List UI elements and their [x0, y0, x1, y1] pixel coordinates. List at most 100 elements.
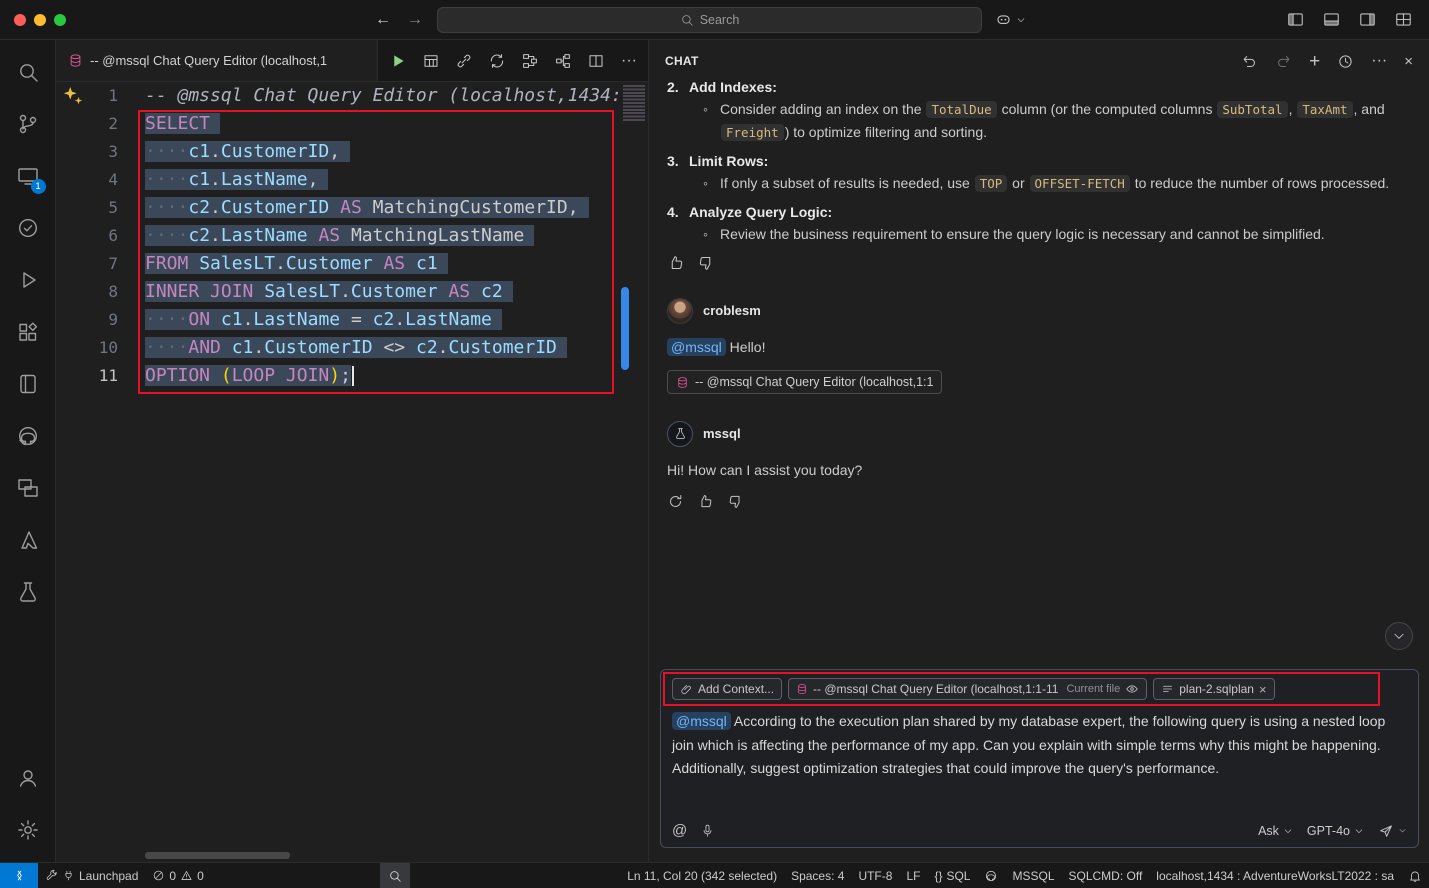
redo-icon[interactable] [1275, 53, 1292, 70]
thumbs-down-icon[interactable] [727, 493, 744, 510]
scroll-to-bottom-button[interactable] [1385, 622, 1413, 650]
query-plan-button[interactable] [550, 48, 576, 74]
attachment-chip[interactable]: -- @mssql Chat Query Editor (localhost,1… [667, 370, 942, 394]
chat-more-button[interactable]: ··· [1371, 53, 1387, 69]
line-number[interactable]: 9 [56, 306, 145, 334]
code-line[interactable]: 3····c1.CustomerID, [56, 138, 620, 166]
send-button[interactable] [1378, 823, 1407, 839]
undo-icon[interactable] [1241, 53, 1258, 70]
sidebar-item-remote-windows[interactable] [4, 462, 52, 514]
add-context-button[interactable]: Add Context... [672, 678, 782, 700]
code-line[interactable]: 9····ON c1.LastName = c2.LastName [56, 306, 620, 334]
problems-button[interactable]: 0 0 [145, 863, 210, 888]
maximize-window-button[interactable] [54, 14, 66, 26]
context-file-chip[interactable]: -- @mssql Chat Query Editor (localhost,1… [788, 678, 1147, 700]
mode-dropdown[interactable]: Ask [1258, 824, 1293, 838]
new-chat-button[interactable]: + [1309, 52, 1320, 71]
settings-button[interactable] [4, 804, 52, 856]
line-number[interactable]: 3 [56, 138, 145, 166]
minimap[interactable] [620, 82, 648, 862]
customize-layout-icon[interactable] [1394, 10, 1413, 29]
line-number[interactable]: 10 [56, 334, 145, 362]
line-number[interactable]: 5 [56, 194, 145, 222]
horizontal-scrollbar[interactable] [145, 852, 290, 859]
eol-button[interactable]: LF [899, 863, 927, 888]
schema-designer-button[interactable] [517, 48, 543, 74]
retry-icon[interactable] [667, 493, 684, 510]
line-number[interactable]: 8 [56, 278, 145, 306]
scrollbar-thumb[interactable] [621, 287, 629, 370]
sidebar-item-source-control[interactable] [4, 98, 52, 150]
line-number[interactable]: 2 [56, 110, 145, 138]
code-line[interactable]: 6····c2.LastName AS MatchingLastName [56, 222, 620, 250]
refresh-connection-button[interactable] [484, 48, 510, 74]
sidebar-item-notebooks[interactable] [4, 358, 52, 410]
toggle-secondary-sidebar-icon[interactable] [1358, 10, 1377, 29]
sidebar-item-run-debug[interactable] [4, 254, 52, 306]
line-number[interactable]: 4 [56, 166, 145, 194]
sidebar-item-remote-explorer[interactable]: 1 [4, 150, 52, 202]
code-line[interactable]: 5····c2.CustomerID AS MatchingCustomerID… [56, 194, 620, 222]
sidebar-item-search[interactable] [4, 46, 52, 98]
copilot-menu-button[interactable] [994, 10, 1026, 29]
connection-status-button[interactable]: localhost,1434 : AdventureWorksLT2022 : … [1149, 863, 1401, 888]
sidebar-item-github[interactable] [4, 410, 52, 462]
indentation-button[interactable]: Spaces: 4 [784, 863, 851, 888]
code-editor[interactable]: 1-- @mssql Chat Query Editor (localhost,… [56, 82, 648, 862]
run-query-button[interactable] [385, 48, 411, 74]
sidebar-item-testing[interactable] [4, 202, 52, 254]
code-line[interactable]: 2SELECT [56, 110, 620, 138]
mention-chip[interactable]: @mssql [667, 338, 726, 356]
encoding-button[interactable]: UTF-8 [851, 863, 899, 888]
more-actions-button[interactable]: ··· [616, 48, 642, 74]
split-editor-button[interactable] [583, 48, 609, 74]
context-plan-chip[interactable]: plan-2.sqlplan × [1153, 678, 1274, 700]
thumbs-up-icon[interactable] [697, 493, 714, 510]
zoom-widget[interactable] [380, 863, 410, 888]
mention-chip[interactable]: @mssql [672, 712, 731, 730]
close-chat-button[interactable]: × [1404, 54, 1413, 69]
code-line[interactable]: 11OPTION (LOOP JOIN); [56, 362, 620, 390]
minimize-window-button[interactable] [34, 14, 46, 26]
line-number[interactable]: 6 [56, 222, 145, 250]
code-line[interactable]: 7FROM SalesLT.Customer AS c1 [56, 250, 620, 278]
mention-button[interactable]: @ [672, 822, 687, 839]
connect-button[interactable] [451, 48, 477, 74]
mssql-status-button[interactable]: MSSQL [1005, 863, 1061, 888]
sqlcmd-button[interactable]: SQLCMD: Off [1062, 863, 1150, 888]
code-line[interactable]: 8INNER JOIN SalesLT.Customer AS c2 [56, 278, 620, 306]
cursor-position-button[interactable]: Ln 11, Col 20 (342 selected) [620, 863, 784, 888]
accounts-button[interactable] [4, 752, 52, 804]
model-dropdown[interactable]: GPT-4o [1307, 824, 1364, 838]
sidebar-item-extensions[interactable] [4, 306, 52, 358]
chat-input-container[interactable]: Add Context... -- @mssql Chat Query Edit… [661, 670, 1418, 847]
navigate-forward-button[interactable]: → [407, 11, 423, 29]
remove-context-button[interactable]: × [1259, 682, 1267, 697]
sidebar-item-sql-tools[interactable] [4, 566, 52, 618]
toggle-panel-icon[interactable] [1322, 10, 1341, 29]
history-icon[interactable] [1337, 53, 1354, 70]
remote-indicator[interactable] [0, 863, 38, 888]
copilot-sparkle-icon[interactable] [62, 85, 84, 112]
sidebar-item-azure[interactable] [4, 514, 52, 566]
code-line[interactable]: 1-- @mssql Chat Query Editor (localhost,… [56, 82, 620, 110]
chat-input-text[interactable]: @mssql According to the execution plan s… [672, 710, 1407, 781]
language-mode-button[interactable]: {} SQL [927, 863, 977, 888]
github-status-button[interactable] [977, 863, 1005, 888]
code-line[interactable]: 4····c1.LastName, [56, 166, 620, 194]
close-window-button[interactable] [14, 14, 26, 26]
launchpad-button[interactable]: Launchpad [38, 863, 145, 888]
toggle-primary-sidebar-icon[interactable] [1286, 10, 1305, 29]
line-number[interactable]: 11 [56, 362, 145, 390]
thumbs-down-icon[interactable] [697, 254, 715, 272]
notifications-button[interactable] [1401, 863, 1429, 888]
navigate-back-button[interactable]: ← [375, 11, 391, 29]
results-grid-button[interactable] [418, 48, 444, 74]
command-center-search[interactable]: Search [437, 7, 982, 33]
microphone-icon[interactable] [700, 823, 715, 838]
line-number[interactable]: 7 [56, 250, 145, 278]
tab-chat-query-editor[interactable]: -- @mssql Chat Query Editor (localhost,1 [56, 40, 378, 81]
eye-icon[interactable] [1125, 682, 1139, 696]
thumbs-up-icon[interactable] [667, 254, 685, 272]
code-line[interactable]: 10····AND c1.CustomerID <> c2.CustomerID [56, 334, 620, 362]
